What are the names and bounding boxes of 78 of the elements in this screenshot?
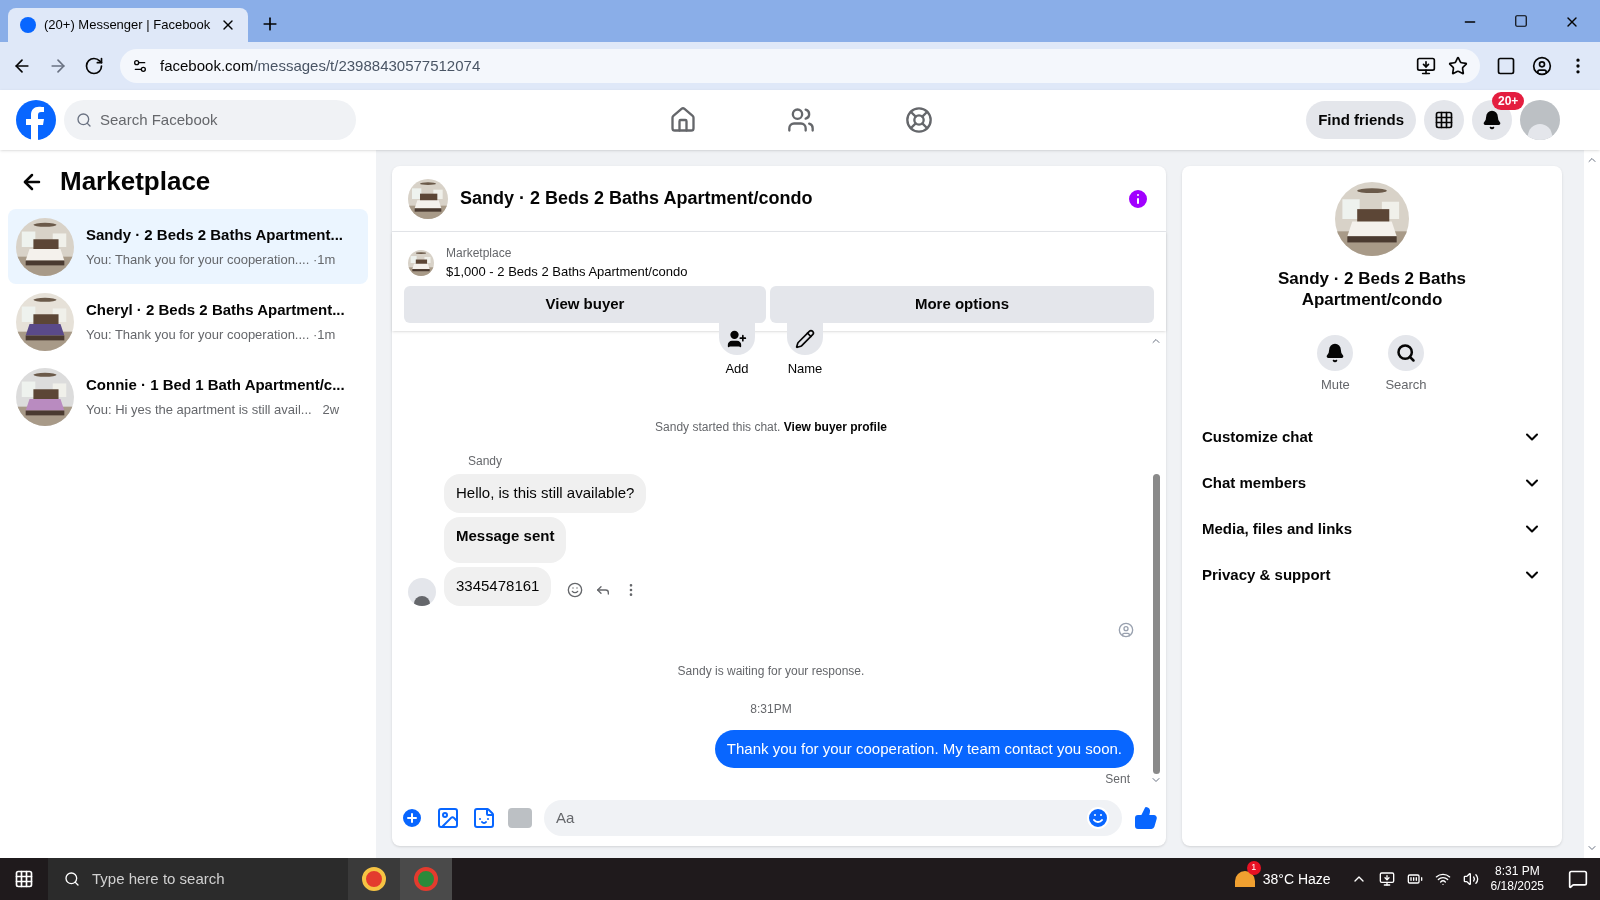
- url-text: facebook.com/messages/t/23988430577512074: [160, 55, 481, 76]
- clock[interactable]: 8:31 PM 6/18/2025: [1490, 864, 1544, 894]
- message-input[interactable]: Aa: [544, 800, 1122, 836]
- find-friends-button[interactable]: Find friends: [1306, 101, 1416, 139]
- sender-name: Sandy: [468, 453, 504, 470]
- sent-status: Sent: [1105, 771, 1130, 788]
- friends-icon[interactable]: [787, 106, 816, 134]
- notification-badge: 20+: [1492, 92, 1525, 110]
- search-icon: [76, 112, 92, 128]
- listing-label: Marketplace: [446, 245, 513, 262]
- plus-icon[interactable]: [400, 806, 424, 830]
- chrome-taskbar-icon[interactable]: [348, 858, 400, 900]
- wifi-icon[interactable]: [1434, 871, 1451, 887]
- bell-icon: [1325, 342, 1346, 363]
- conversation-item[interactable]: Sandy · 2 Beds 2 Baths Apartment... You: Thank you for your cooperation.... ·1m: [8, 209, 368, 284]
- site-settings-icon[interactable]: [132, 58, 148, 74]
- bell-icon: [1482, 110, 1502, 130]
- conversation-preview: You: Thank you for your cooperation.... ·1m: [86, 251, 337, 269]
- conversation-item[interactable]: Connie · 1 Bed 1 Bath Apartment/c... You: Hi yes the apartment is still avail... 2w: [8, 359, 368, 434]
- conversation-item[interactable]: Cheryl · 2 Beds 2 Baths Apartment... You: Thank you for your cooperation.... ·1m: [8, 284, 368, 359]
- seen-avatar-icon: [1118, 621, 1134, 638]
- like-icon[interactable]: [1134, 806, 1158, 830]
- pencil-icon: [795, 328, 815, 349]
- received-message: 3345478161: [444, 567, 552, 606]
- conversation-preview: You: Thank you for your cooperation.... ·1m: [86, 326, 337, 344]
- photo-icon[interactable]: [436, 806, 460, 830]
- weather-icon[interactable]: [1234, 871, 1255, 887]
- search-placeholder: Search Facebook: [100, 109, 218, 130]
- sent-message: Thank you for your cooperation. My team contact you soon.: [714, 729, 1134, 768]
- volume-icon[interactable]: [1462, 871, 1479, 887]
- device-icon[interactable]: [1378, 871, 1395, 887]
- received-message: Hello, is this still available?: [444, 474, 647, 513]
- conversation-name: Cheryl · 2 Beds 2 Baths Apartment...: [86, 299, 345, 320]
- grid-icon: [1434, 110, 1454, 130]
- sender-avatar: [408, 577, 436, 606]
- react-icon[interactable]: [567, 581, 584, 598]
- listing-detail: $1,000 - 2 Beds 2 Baths Apartment/condo: [446, 263, 688, 281]
- input-placeholder: Aa: [556, 807, 576, 828]
- add-person-icon: [727, 328, 747, 349]
- conversation-name: Connie · 1 Bed 1 Bath Apartment/c...: [86, 374, 345, 395]
- info-section-row[interactable]: Privacy & support: [1198, 552, 1546, 598]
- search-icon: [1396, 342, 1416, 363]
- info-section-row[interactable]: Customize chat: [1198, 414, 1546, 460]
- chat-title: Sandy · 2 Beds 2 Baths Apartment/condo: [460, 187, 814, 210]
- sidebar-title: Marketplace: [60, 165, 211, 198]
- info-title: Sandy · 2 Beds 2 Baths Apartment/condo: [1277, 268, 1467, 311]
- notification-center-icon[interactable]: [1568, 869, 1588, 889]
- weather-badge: 1: [1246, 860, 1261, 875]
- search-field[interactable]: Search Facebook: [64, 100, 356, 140]
- browser-tab[interactable]: (20+) Messenger | Facebook: [8, 8, 248, 42]
- address-bar[interactable]: facebook.com/messages/t/23988430577512074: [120, 49, 1480, 83]
- home-icon[interactable]: [669, 106, 698, 134]
- conversation-name: Sandy · 2 Beds 2 Baths Apartment...: [86, 224, 343, 245]
- conversation-preview: You: Hi yes the apartment is still avail... 2w: [86, 401, 341, 419]
- groups-icon[interactable]: [905, 106, 934, 134]
- info-section-row[interactable]: Chat members: [1198, 460, 1546, 506]
- weather-text[interactable]: 38°C Haze: [1262, 868, 1331, 890]
- received-message: Message sent: [444, 516, 567, 563]
- message-time: 8:31PM: [749, 700, 793, 718]
- emoji-icon[interactable]: [1086, 806, 1110, 830]
- listing-button[interactable]: View buyer: [404, 285, 766, 323]
- view-buyer-profile-link[interactable]: View buyer profile: [783, 420, 887, 434]
- facebook-logo[interactable]: [16, 100, 56, 140]
- profile-icon[interactable]: [1532, 56, 1552, 76]
- taskbar-search-field[interactable]: Type here to search: [48, 858, 348, 900]
- waiting-notice: Sandy is waiting for your response.: [676, 662, 866, 680]
- menu-button[interactable]: [1424, 100, 1464, 140]
- listing-button[interactable]: More options: [770, 285, 1154, 323]
- chat-started-text: Sandy started this chat.: [655, 420, 782, 434]
- battery-icon[interactable]: [1406, 871, 1423, 887]
- search-icon: [64, 871, 80, 887]
- bookmark-star-icon[interactable]: [1448, 56, 1468, 76]
- tab-title: (20+) Messenger | Facebook: [44, 16, 212, 35]
- restore-icon[interactable]: [1514, 14, 1528, 28]
- info-section-row[interactable]: Media, files and links: [1198, 506, 1546, 552]
- install-icon[interactable]: [1416, 56, 1436, 76]
- sticker-icon[interactable]: [472, 806, 496, 830]
- reload-icon[interactable]: [84, 56, 104, 76]
